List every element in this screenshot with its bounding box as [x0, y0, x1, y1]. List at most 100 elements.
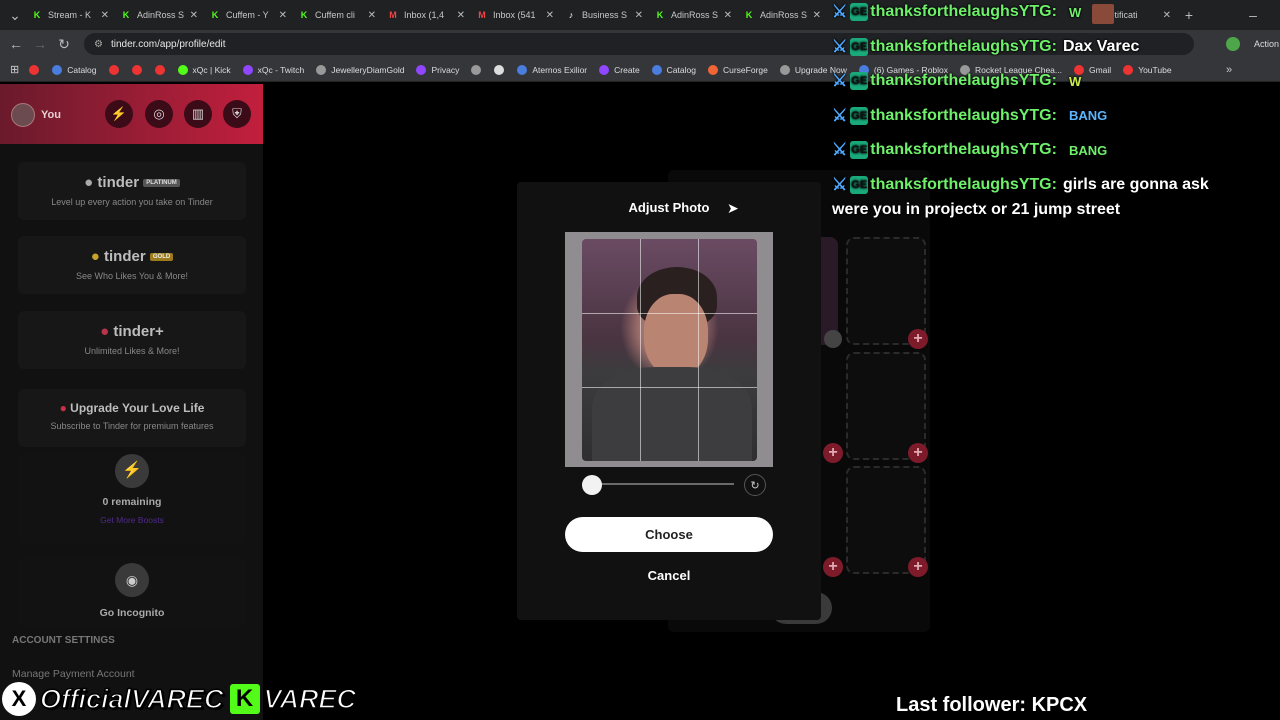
browser-tab[interactable]: K AdinRoss S ✕ — [738, 0, 827, 30]
browser-tab[interactable]: K Cuffem cli ✕ — [293, 0, 382, 30]
flame-icon: ● — [84, 174, 94, 191]
close-icon[interactable]: ✕ — [724, 10, 732, 21]
add-photo-icon[interactable]: + — [908, 557, 928, 577]
photo-hoodie — [592, 367, 752, 461]
crop-frame[interactable] — [582, 239, 757, 461]
boosts-card: ⚡ 0 remaining Get More Boosts — [18, 454, 246, 544]
bookmark-icon — [779, 64, 790, 75]
close-icon[interactable]: ✕ — [101, 10, 109, 21]
bookmark-item[interactable]: Catalog — [52, 64, 97, 75]
bookmark-icon — [599, 64, 610, 75]
new-tab-icon[interactable]: + — [1177, 3, 1201, 27]
bookmark-item[interactable]: xQc | Kick — [177, 64, 231, 75]
close-icon[interactable]: ✕ — [368, 10, 376, 21]
sidebar-header: You ⚡ ◎ ▥ ⛨ — [0, 84, 263, 144]
bookmark-icon — [177, 64, 188, 75]
incognito-card[interactable]: ◉ Go Incognito — [18, 557, 246, 627]
close-icon[interactable]: ✕ — [190, 10, 198, 21]
gold-badge: GOLD — [149, 253, 174, 262]
chat-username: thanksforthelaughsYTG: — [870, 175, 1057, 193]
tinder-gold-card[interactable]: ● tinder GOLD See Who Likes You & More! — [18, 236, 246, 294]
bookmark-item[interactable] — [471, 64, 486, 75]
choose-button[interactable]: Choose — [565, 517, 773, 552]
kick-icon: K — [300, 10, 308, 20]
actions-button[interactable]: Action — [1254, 39, 1279, 49]
chat-emote: W — [1068, 73, 1082, 89]
chat-user-avatar — [1092, 4, 1114, 24]
zoom-slider-handle[interactable] — [582, 475, 602, 495]
more-bookmarks-icon[interactable]: » — [1226, 64, 1232, 76]
browser-tab[interactable]: M Inbox (541 ✕ — [471, 0, 560, 30]
bookmark-item[interactable]: Create — [599, 64, 640, 75]
cancel-button[interactable]: Cancel — [565, 568, 773, 586]
add-photo-icon[interactable]: + — [823, 443, 843, 463]
close-icon[interactable]: ✕ — [279, 10, 287, 21]
bookmark-item[interactable] — [154, 64, 170, 75]
tinder-platinum-card[interactable]: ● tinder PLATINUM Level up every action … — [18, 162, 246, 220]
boost-icon[interactable]: ⚡ — [105, 100, 133, 128]
add-photo-icon[interactable]: + — [823, 557, 843, 577]
bookmark-item[interactable] — [494, 64, 509, 75]
platinum-subtitle: Level up every action you take on Tinder — [51, 197, 213, 207]
tab-label: Inbox (541 — [493, 10, 536, 20]
bookmark-item[interactable] — [29, 64, 44, 75]
upgrade-card[interactable]: ● Upgrade Your Love Life Subscribe to Ti… — [18, 389, 246, 447]
bookmark-item[interactable] — [108, 64, 124, 75]
apps-icon[interactable]: ⊞ — [10, 63, 19, 76]
minimize-icon[interactable]: – — [1241, 3, 1265, 27]
reload-icon[interactable]: ↻ — [52, 32, 76, 56]
tinder-plus-card[interactable]: ● tinder+ Unlimited Likes & More! — [18, 311, 246, 369]
crop-grid-line — [582, 313, 757, 314]
bookmark-item[interactable]: Catalog — [651, 64, 696, 75]
kick-icon: K — [211, 10, 219, 20]
close-icon[interactable]: ✕ — [546, 10, 554, 21]
browser-tab[interactable]: M Inbox (1,4 ✕ — [382, 0, 471, 30]
forward-icon[interactable]: → — [28, 32, 52, 56]
manage-payment-link[interactable]: Manage Payment Account — [12, 668, 135, 680]
bookmark-item[interactable] — [131, 64, 147, 75]
bookmark-icon — [517, 64, 528, 75]
bookmark-icon — [131, 64, 142, 75]
browser-tab[interactable]: ♪ Business S ✕ — [560, 0, 649, 30]
bookmark-label: xQc - Twitch — [257, 64, 305, 75]
photo-crop-area[interactable] — [565, 232, 773, 467]
bookmark-item[interactable]: Privacy — [416, 64, 459, 75]
profile-label[interactable]: You — [41, 109, 61, 121]
bookmark-item[interactable]: YouTube — [1123, 64, 1172, 75]
site-info-icon[interactable]: ⚙ — [94, 39, 103, 50]
tab-search-icon[interactable]: ⌄ — [4, 3, 26, 27]
tab-label: AdinRoss S — [137, 10, 185, 20]
close-icon[interactable]: ✕ — [1163, 10, 1171, 21]
plus-subtitle: Unlimited Likes & More! — [84, 346, 180, 356]
browser-tab[interactable]: K Stream - K ✕ — [26, 0, 115, 30]
gold-title: tinder — [104, 248, 146, 265]
bookmark-item[interactable]: CurseForge — [707, 64, 768, 75]
add-photo-icon[interactable]: + — [908, 329, 928, 349]
passport-icon[interactable]: ▥ — [184, 100, 212, 128]
rotate-icon[interactable]: ↻ — [744, 474, 766, 496]
get-more-boosts-link[interactable]: Get More Boosts — [18, 515, 246, 525]
safety-shield-icon[interactable]: ⛨ — [223, 100, 251, 128]
subscriber-badge-icon: GE — [850, 175, 869, 194]
close-icon[interactable]: ✕ — [457, 10, 465, 21]
sword-badge-icon: ⚔ — [832, 71, 848, 90]
browser-tab[interactable]: K Cuffem - Y ✕ — [204, 0, 293, 30]
browser-tab[interactable]: K AdinRoss S ✕ — [649, 0, 738, 30]
explore-icon[interactable]: ◎ — [145, 100, 173, 128]
profile-avatar-icon[interactable] — [1226, 37, 1240, 51]
close-icon[interactable]: ✕ — [635, 10, 643, 21]
kick-logo-icon: K — [229, 684, 260, 714]
back-icon[interactable]: ← — [4, 32, 28, 56]
zoom-slider-track[interactable] — [582, 483, 734, 485]
close-icon[interactable]: ✕ — [813, 10, 821, 21]
bookmark-item[interactable]: JewelleryDiamGold — [316, 64, 404, 75]
avatar[interactable] — [11, 103, 35, 127]
browser-tab[interactable]: K AdinRoss S ✕ — [115, 0, 204, 30]
sword-badge-icon: ⚔ — [832, 174, 848, 194]
bookmark-item[interactable]: xQc - Twitch — [242, 64, 305, 75]
bookmark-item[interactable]: Aternos Exilior — [517, 64, 587, 75]
add-photo-icon[interactable]: + — [908, 443, 928, 463]
bookmark-label: Create — [614, 64, 640, 75]
edit-photo-icon[interactable] — [824, 330, 842, 348]
kick-handle: VAREC — [263, 683, 357, 715]
